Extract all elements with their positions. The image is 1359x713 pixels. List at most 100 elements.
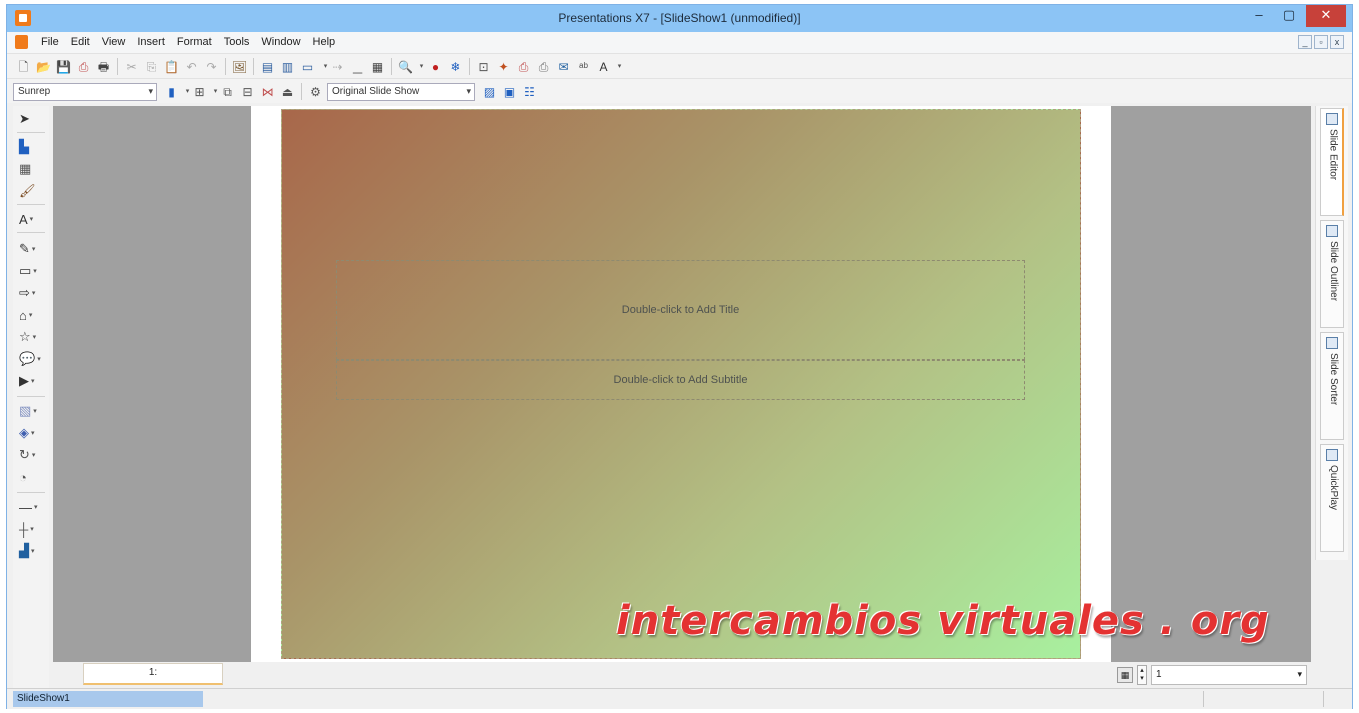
menu-edit[interactable]: Edit bbox=[65, 36, 96, 48]
line-tool-icon[interactable]: ✎ ▾ bbox=[19, 240, 45, 258]
slide-layout-icon[interactable]: ▤ bbox=[259, 58, 276, 75]
slide-navigator-icon[interactable]: ▦ bbox=[1117, 667, 1133, 683]
select-tool-icon[interactable]: ➤ bbox=[19, 110, 45, 128]
publish-icon[interactable]: ⎙ bbox=[515, 58, 532, 75]
email-icon[interactable]: ✉ bbox=[555, 58, 572, 75]
line-width-tool-icon[interactable]: ┼ ▾ bbox=[19, 520, 45, 538]
maximize-button[interactable]: ▢ bbox=[1274, 5, 1304, 27]
apply-layout-icon[interactable]: ⧉ bbox=[219, 83, 236, 100]
document-icon[interactable] bbox=[15, 35, 28, 49]
status-document-name[interactable]: SlideShow1 bbox=[13, 691, 203, 707]
font-combo[interactable]: Sunrep ▾ bbox=[13, 83, 157, 101]
shadow-tool-icon[interactable]: ◔ bbox=[19, 468, 45, 486]
close-button[interactable]: ✕ bbox=[1306, 5, 1346, 27]
zoom-icon[interactable]: 🔍 bbox=[397, 58, 414, 75]
rotate-tool-icon[interactable]: ↻ ▾ bbox=[19, 446, 45, 464]
subtitle-placeholder[interactable]: Double-click to Add Subtitle bbox=[336, 360, 1025, 400]
speaker-notes-icon[interactable]: ▁ bbox=[349, 58, 366, 75]
slide-properties-icon[interactable]: ▨ bbox=[481, 83, 498, 100]
new-document-icon[interactable]: 🗋 bbox=[15, 58, 32, 75]
rectangle-tool-icon[interactable]: ▭ ▾ bbox=[19, 262, 45, 280]
doc-close-button[interactable]: x bbox=[1330, 35, 1344, 49]
background-gallery-icon[interactable]: ▥ bbox=[279, 58, 296, 75]
text-box-icon[interactable]: ▭ bbox=[299, 58, 316, 75]
paste-icon[interactable]: 📋 bbox=[163, 58, 180, 75]
shape-icon[interactable]: ⏏ bbox=[279, 83, 296, 100]
doc-minimize-button[interactable]: _ bbox=[1298, 35, 1312, 49]
doc-restore-button[interactable]: ▫ bbox=[1314, 35, 1328, 49]
slide-spinner[interactable]: ▴ ▾ bbox=[1137, 665, 1147, 685]
cut-icon[interactable]: ✂ bbox=[123, 58, 140, 75]
table-icon[interactable]: ⊟ bbox=[239, 83, 256, 100]
align-icon[interactable]: ⊞ bbox=[191, 83, 208, 100]
title-placeholder-text: Double-click to Add Title bbox=[621, 304, 740, 316]
brush-tool-icon[interactable]: 🖌 bbox=[19, 182, 45, 200]
callout-tool-icon[interactable]: 💬 ▾ bbox=[19, 350, 45, 368]
chart-tool-icon[interactable]: ▙ bbox=[19, 138, 45, 156]
tab-slide-editor[interactable]: Slide Editor bbox=[1320, 108, 1344, 216]
tool-palette: ➤ ▙ ▦ 🖌 A ▾ ✎ ▾ ▭ ▾ ⇨ ▾ ⌂ ▾ ☆ ▾ 💬 ▾ ▶ ▾ ▧ ▾ ◈ ▾ ↻ ▾… bbox=[13, 106, 49, 688]
title-bar: Presentations X7 - [SlideShow1 (unmodifi… bbox=[7, 5, 1352, 32]
pattern-tool-icon[interactable]: ◈ ▾ bbox=[19, 424, 45, 442]
save-icon[interactable]: 💾 bbox=[55, 58, 72, 75]
open-folder-icon[interactable]: 📂 bbox=[35, 58, 52, 75]
watermark: intercambios virtuales . org bbox=[616, 598, 1270, 644]
chart-icon[interactable]: ⋈ bbox=[259, 83, 276, 100]
spell-check-icon[interactable]: ᵃᵇ bbox=[575, 58, 592, 75]
line-style-tool-icon[interactable]: — ▾ bbox=[19, 498, 45, 516]
minimize-button[interactable]: – bbox=[1244, 5, 1274, 27]
menu-window[interactable]: Window bbox=[255, 36, 306, 48]
slide-transition-icon[interactable]: ✦ bbox=[495, 58, 512, 75]
font-icon[interactable]: A bbox=[595, 58, 612, 75]
flowchart-tool-icon[interactable]: ⌂ ▾ bbox=[19, 306, 45, 324]
redo-icon[interactable]: ↷ bbox=[203, 58, 220, 75]
tab-slide-sorter[interactable]: Slide Sorter bbox=[1320, 332, 1344, 440]
fill-color-tool-icon[interactable]: ▟ ▾ bbox=[19, 542, 45, 560]
slide-tabs-bar: 1: ▦ ▴ ▾ 1 ▾ bbox=[53, 662, 1311, 688]
menu-format[interactable]: Format bbox=[171, 36, 218, 48]
slide-canvas[interactable]: Double-click to Add Title Double-click t… bbox=[281, 109, 1081, 659]
clipart-icon[interactable]: 🖼 bbox=[231, 58, 248, 75]
table-tool-icon[interactable]: ▦ bbox=[19, 160, 45, 178]
print-icon[interactable]: 🖶 bbox=[95, 58, 112, 75]
menu-insert[interactable]: Insert bbox=[131, 36, 171, 48]
play-show-icon[interactable]: ● bbox=[427, 58, 444, 75]
menu-file[interactable]: File bbox=[35, 36, 65, 48]
star-tool-icon[interactable]: ☆ ▾ bbox=[19, 328, 45, 346]
undo-icon[interactable]: ↶ bbox=[183, 58, 200, 75]
slide-show-combo-value: Original Slide Show bbox=[332, 86, 420, 97]
slide-tab-1[interactable]: 1: bbox=[83, 663, 223, 685]
copy-icon[interactable]: ⎘ bbox=[143, 58, 160, 75]
menu-help[interactable]: Help bbox=[307, 36, 342, 48]
print-preview-icon[interactable]: ⎙ bbox=[535, 58, 552, 75]
slide-number-value: 1 bbox=[1156, 669, 1162, 680]
grid-icon[interactable]: ▦ bbox=[369, 58, 386, 75]
main-toolbar: 🗋 📂 💾 ⎙ 🖶 ✂ ⎘ 📋 ↶ ↷ 🖼 ▤ ▥ ▭ ▾ ⇢ ▁ ▦ 🔍 ▾ … bbox=[7, 53, 1352, 78]
new-slide-icon[interactable]: ⊡ bbox=[475, 58, 492, 75]
text-tool-icon[interactable]: A ▾ bbox=[19, 210, 45, 228]
show-settings-icon[interactable]: ⚙ bbox=[307, 83, 324, 100]
slide-show-combo[interactable]: Original Slide Show ▾ bbox=[327, 83, 475, 101]
menu-view[interactable]: View bbox=[96, 36, 132, 48]
title-placeholder[interactable]: Double-click to Add Title bbox=[336, 260, 1025, 360]
tab-quickplay[interactable]: QuickPlay bbox=[1320, 444, 1344, 552]
layer-icon[interactable]: ▮ bbox=[163, 83, 180, 100]
arrow-shape-tool-icon[interactable]: ⇨ ▾ bbox=[19, 284, 45, 302]
action-button-tool-icon[interactable]: ▶ ▾ bbox=[19, 372, 45, 390]
slide-number-combo[interactable]: 1 ▾ bbox=[1151, 665, 1307, 685]
status-divider bbox=[1203, 691, 1204, 707]
window-title: Presentations X7 - [SlideShow1 (unmodifi… bbox=[558, 11, 801, 25]
font-dropdown-icon[interactable]: ▾ bbox=[611, 58, 628, 75]
outline-icon[interactable]: ☷ bbox=[521, 83, 538, 100]
slide-outliner-icon bbox=[1326, 225, 1338, 237]
publish-pdf-icon[interactable]: ⎙ bbox=[75, 58, 92, 75]
tab-slide-outliner[interactable]: Slide Outliner bbox=[1320, 220, 1344, 328]
property-bar: Sunrep ▾ ▮ ▾ ⊞ ▾ ⧉ ⊟ ⋈ ⏏ ⚙ Original Slid… bbox=[7, 78, 1352, 103]
chevron-down-icon: ▾ bbox=[1297, 669, 1302, 679]
slide-sorter-icon[interactable]: ▣ bbox=[501, 83, 518, 100]
slide-sorter-icon bbox=[1326, 337, 1338, 349]
snowflake-icon[interactable]: ❄ bbox=[447, 58, 464, 75]
fill-tool-icon[interactable]: ▧ ▾ bbox=[19, 402, 45, 420]
transition-icon[interactable]: ⇢ bbox=[329, 58, 346, 75]
menu-tools[interactable]: Tools bbox=[218, 36, 256, 48]
